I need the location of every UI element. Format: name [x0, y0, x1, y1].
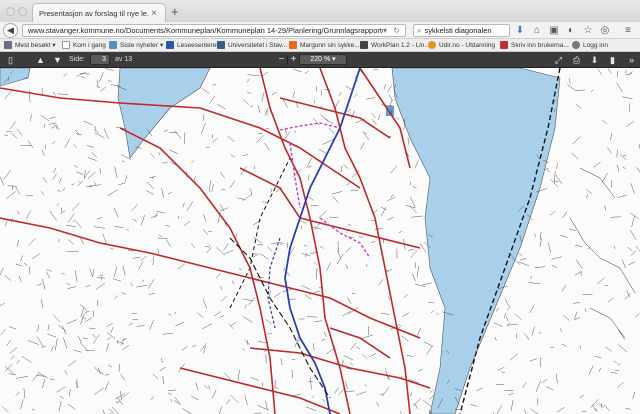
page-label: Side: — [69, 56, 85, 63]
print-icon[interactable]: ⎙ — [571, 55, 582, 66]
zoom-in-button[interactable]: + — [288, 54, 299, 65]
bookmark-item[interactable]: Margunn sin sykke... — [289, 41, 360, 49]
bookmark-item[interactable]: Mest besøkt ▾ — [4, 41, 56, 49]
bookmarks-menu-icon[interactable]: ▣ — [548, 25, 560, 36]
tools-menu-icon[interactable]: » — [626, 55, 637, 65]
search-query: sykkelsti diagonalen — [424, 26, 492, 35]
bookmark-label: WorkPlan 1.2 - Lin... — [371, 41, 430, 49]
rss-icon — [109, 41, 117, 49]
bookmark-label: Skriv inn brukerna... — [511, 41, 569, 49]
navigation-bar: ◀ www.stavanger.kommune.no/Documents/Kom… — [0, 22, 640, 39]
water-area — [117, 68, 211, 159]
next-page-icon[interactable]: ▼ — [52, 55, 63, 65]
tab-pdf-presentation[interactable]: Presentasjon av forslag til nye le... × — [32, 3, 166, 22]
search-field[interactable]: ⌕ sykkelsti diagonalen — [413, 24, 510, 37]
bookmark-label: Logg inn — [583, 41, 608, 49]
hamburger-menu-icon[interactable]: ≡ — [622, 25, 634, 36]
window-minimize-button[interactable] — [18, 7, 27, 16]
site-icon — [572, 41, 580, 49]
bookmarks-bar: Mest besøkt ▾ Kom i gang Siste nyheter ▾ L… — [0, 39, 640, 52]
bookmark-label: Siste nyheter — [120, 41, 158, 49]
bookmark-item[interactable]: Leseesenteret — [166, 41, 218, 49]
bookmark-item[interactable]: Logg inn — [572, 41, 608, 49]
bookmark-label: Mest besøkt — [15, 41, 51, 49]
site-icon — [217, 41, 225, 49]
map-drawing — [0, 68, 640, 414]
back-button[interactable]: ◀ — [3, 23, 18, 38]
bookmark-item[interactable]: WorkPlan 1.2 - Lin... — [360, 41, 430, 49]
page-number-input[interactable]: 3 — [90, 54, 110, 65]
page-icon — [62, 41, 70, 49]
proposed-route — [319, 217, 371, 259]
bookmark-item[interactable]: Skriv inn brukerna... — [500, 41, 569, 49]
page-total: av 13 — [115, 56, 133, 63]
water-area — [0, 68, 31, 87]
folder-icon — [4, 41, 12, 49]
blogger-icon — [289, 41, 297, 49]
url-text: www.stavanger.kommune.no/Documents/Kommu… — [28, 26, 383, 35]
bike-route — [284, 68, 361, 414]
bookmark-icon[interactable]: ▮ — [607, 55, 618, 66]
water-area — [391, 68, 561, 414]
reload-icon[interactable]: ▾ ↻ — [383, 26, 402, 35]
save-icon[interactable]: ⬇ — [589, 55, 600, 66]
new-tab-button[interactable]: + — [171, 4, 179, 19]
zoom-out-button[interactable]: − — [276, 54, 287, 65]
pdf-page-map[interactable] — [0, 68, 640, 414]
screenshot-icon[interactable]: ◎ — [599, 25, 611, 36]
star-icon[interactable]: ☆ — [582, 25, 594, 36]
tab-title: Presentasjon av forslag til nye le... — [39, 8, 149, 18]
search-icon: ⌕ — [417, 25, 422, 35]
bookmark-item[interactable]: Kom i gang — [62, 41, 106, 49]
bookmark-label: Udir.no - Utdanning — [439, 41, 496, 49]
back-arrow-icon: ◀ — [7, 25, 14, 35]
pdf-toolbar: ▯ ▲ ▼ Side: 3 av 13 − + 220 % ▾ ⤢ ⎙ ⬇ ▮ … — [0, 52, 640, 68]
tab-close-icon[interactable]: × — [149, 8, 159, 19]
bookmark-label: Leseesenteret — [177, 41, 219, 49]
previous-page-icon[interactable]: ▲ — [35, 55, 46, 65]
zoom-value: 220 % — [310, 56, 331, 63]
fullscreen-icon[interactable]: ⤢ — [553, 55, 564, 66]
home-icon[interactable]: ⌂ — [531, 25, 543, 36]
bookmark-item[interactable]: Universitetet i Stav... — [217, 41, 287, 49]
bookmark-item[interactable]: Siste nyheter ▾ — [109, 41, 163, 49]
download-icon[interactable]: ⬇ — [514, 25, 526, 36]
bookmark-label: Kom i gang — [73, 41, 106, 49]
address-bar[interactable]: www.stavanger.kommune.no/Documents/Kommu… — [22, 24, 406, 37]
zoom-select[interactable]: 220 % ▾ — [299, 54, 347, 65]
main-roads — [0, 68, 431, 414]
chevron-down-icon: ▾ — [159, 42, 164, 49]
site-icon — [360, 41, 368, 49]
pocket-icon[interactable]: ◐ — [565, 25, 577, 36]
bookmark-label: Margunn sin sykke... — [300, 41, 360, 49]
right-shore-features — [569, 167, 636, 339]
sidebar-toggle-icon[interactable]: ▯ — [5, 55, 16, 66]
bookmark-item[interactable]: Udir.no - Utdanning — [428, 41, 495, 49]
chevron-down-icon: ▾ — [52, 42, 56, 49]
proposed-route — [279, 122, 341, 131]
bookmark-label: Universitetet i Stav... — [228, 41, 288, 49]
tab-strip: Presentasjon av forslag til nye le... × … — [0, 0, 640, 22]
site-icon — [428, 41, 436, 49]
site-icon — [166, 41, 174, 49]
window-close-button[interactable] — [6, 7, 15, 16]
site-icon — [500, 41, 508, 49]
